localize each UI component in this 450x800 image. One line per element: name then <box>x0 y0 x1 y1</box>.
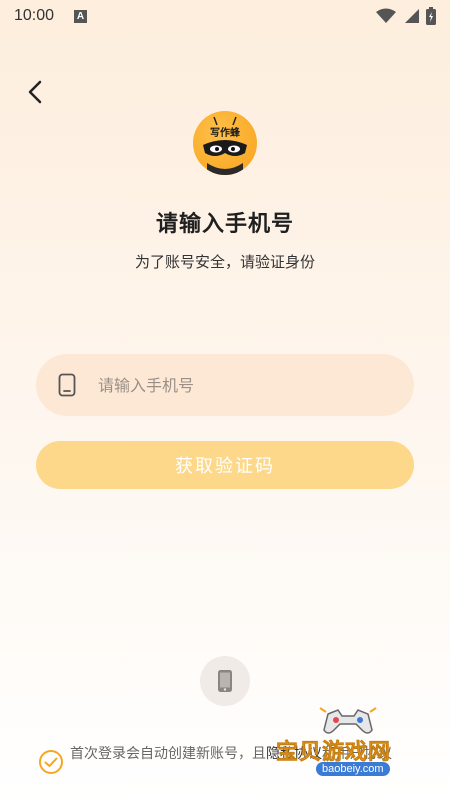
gamepad-icon <box>319 707 377 734</box>
notification-a-icon: A <box>74 9 88 23</box>
phone-input[interactable] <box>98 375 348 395</box>
chevron-left-icon <box>28 80 42 104</box>
onekey-login-button[interactable] <box>200 656 250 706</box>
phone-input-container[interactable] <box>36 354 414 416</box>
mobile-phone-icon <box>218 670 232 692</box>
watermark: 宝贝游戏网 baobeiy.com <box>272 700 432 790</box>
wifi-icon <box>376 8 396 23</box>
battery-icon <box>426 7 436 25</box>
app-logo: 写作蜂 <box>193 111 257 175</box>
page-title: 请输入手机号 <box>155 212 294 237</box>
agreement-text-main: 首次登录会自动创建新账号，且 <box>70 746 266 762</box>
signal-icon <box>405 9 419 23</box>
page-subtitle: 为了账号安全，请验证身份 <box>134 253 315 271</box>
get-code-button[interactable]: 获取验证码 <box>36 441 414 489</box>
status-indicators <box>376 7 436 25</box>
back-button[interactable] <box>22 78 50 106</box>
watermark-url: baobeiy.com <box>316 762 390 776</box>
agreement-checkbox[interactable] <box>38 749 64 775</box>
phone-icon <box>58 373 76 397</box>
bee-logo-icon <box>203 116 247 175</box>
status-bar: 10:00 A <box>0 0 450 32</box>
status-time: 10:00 <box>14 7 55 24</box>
